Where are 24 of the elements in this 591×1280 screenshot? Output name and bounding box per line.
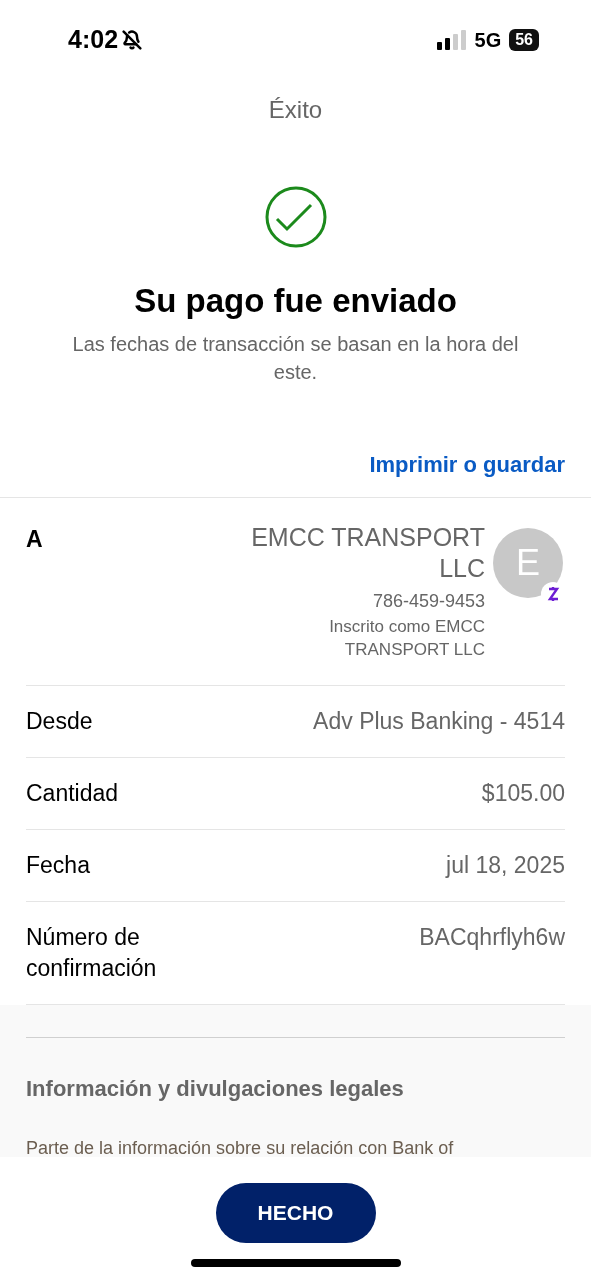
detail-value: BACqhrflyh6w [419, 922, 565, 952]
screen-title: Éxito [268, 95, 323, 125]
detail-value: Adv Plus Banking - 4514 [313, 706, 565, 736]
detail-label: Cantidad [26, 778, 120, 808]
print-or-save-link[interactable]: Imprimir o guardar [369, 447, 565, 481]
enrolled-name: Inscrito como EMCC TRANSPORT LLC [328, 615, 485, 661]
recipient-name: EMCC TRANSPORT LLC [250, 521, 485, 584]
detail-label: A [26, 524, 43, 554]
done-button[interactable]: HECHO [215, 1182, 376, 1243]
network-label: 5G [474, 28, 502, 53]
timezone-note: Las fechas de transacción se basan en la hora del este. [71, 331, 520, 385]
detail-value: jul 18, 2025 [446, 850, 565, 880]
legal-text: Parte de la información sobre su relación con Bank of [26, 1136, 455, 1157]
status-time: 4:02 [68, 24, 119, 56]
recipient-phone: 786-459-9453 [372, 589, 485, 613]
detail-label: Fecha [26, 850, 91, 880]
legal-heading: Información y divulgaciones legales [26, 1074, 405, 1103]
check-circle-icon [264, 186, 327, 248]
battery-indicator: 56 [509, 29, 539, 51]
detail-label: Número de confirmación [26, 922, 158, 983]
confirmation-heading: Su pago fue enviado [133, 281, 458, 321]
signal-icon [436, 30, 467, 50]
detail-value: $105.00 [481, 778, 565, 808]
detail-label: Desde [26, 706, 94, 736]
